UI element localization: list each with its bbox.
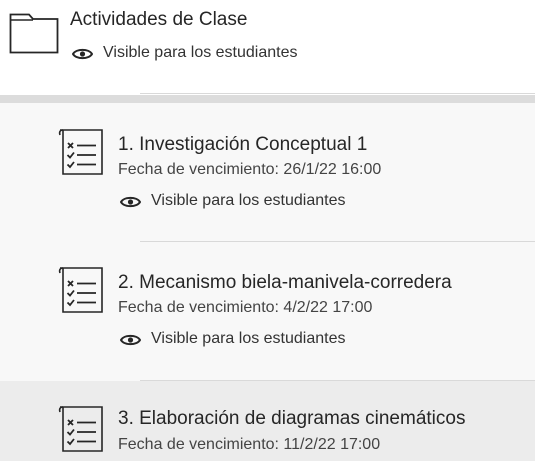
visibility-label: Visible para los estudiantes [103, 44, 298, 61]
divider [140, 93, 535, 94]
section-divider [0, 95, 535, 103]
item-due-date: Fecha de vencimiento: 4/2/22 17:00 [118, 299, 373, 316]
visibility-label: Visible para los estudiantes [151, 192, 346, 209]
checklist-icon [58, 129, 103, 175]
item-due-date: Fecha de vencimiento: 26/1/22 16:00 [118, 161, 382, 178]
list-item[interactable]: 1. Investigación Conceptual 1 Fecha de v… [0, 103, 535, 241]
eye-icon [72, 48, 93, 60]
item-visibility[interactable]: Visible para los estudiantes [120, 192, 420, 212]
folder-icon [9, 13, 59, 54]
visibility-label: Visible para los estudiantes [151, 330, 346, 347]
folder-row[interactable]: Actividades de Clase Visible para los es… [0, 0, 535, 95]
checklist-icon [58, 267, 103, 313]
item-title[interactable]: 1. Investigación Conceptual 1 [118, 134, 367, 156]
list-item[interactable]: 3. Elaboración de diagramas cinemáticos … [0, 381, 535, 461]
eye-icon [120, 196, 141, 208]
item-due-date: Fecha de vencimiento: 11/2/22 17:00 [118, 436, 381, 453]
folder-title[interactable]: Actividades de Clase [70, 9, 247, 31]
eye-icon [120, 334, 141, 346]
folder-visibility[interactable]: Visible para los estudiantes [72, 44, 372, 64]
item-title[interactable]: 2. Mecanismo biela-manivela-corredera [118, 272, 452, 294]
item-title[interactable]: 3. Elaboración de diagramas cinemáticos [118, 408, 465, 430]
item-visibility[interactable]: Visible para los estudiantes [120, 330, 420, 350]
checklist-icon [58, 406, 103, 452]
folder-contents: 1. Investigación Conceptual 1 Fecha de v… [0, 103, 535, 461]
list-item[interactable]: 2. Mecanismo biela-manivela-corredera Fe… [0, 242, 535, 380]
